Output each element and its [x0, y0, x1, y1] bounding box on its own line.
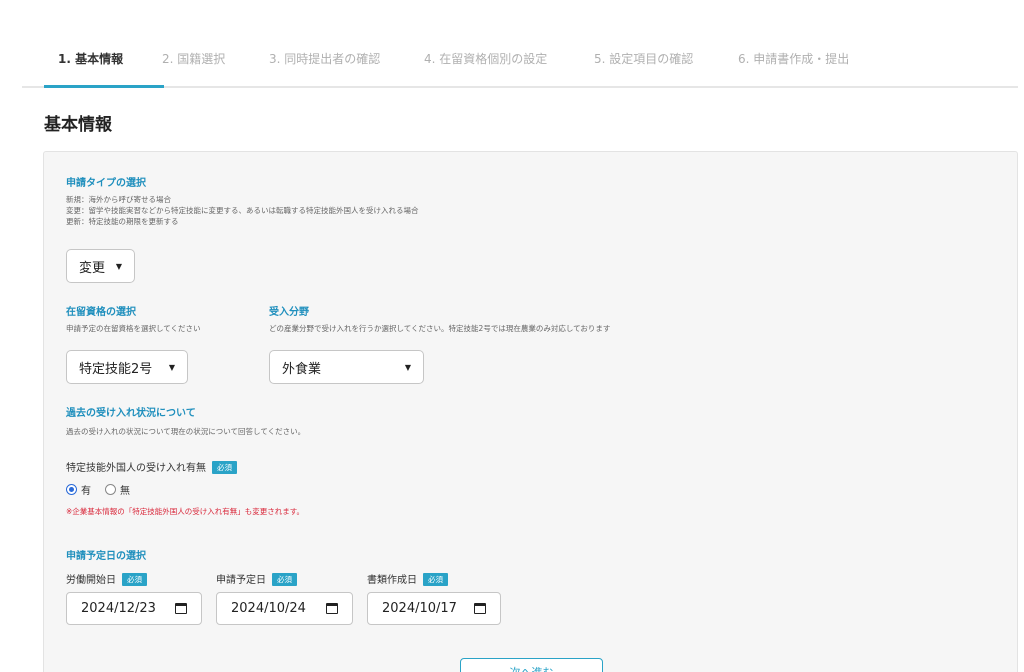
- residence-status-title: 在留資格の選択: [66, 307, 136, 318]
- planned-application-label: 申請予定日 必須: [216, 571, 297, 586]
- required-badge: 必須: [122, 573, 147, 586]
- radio-selected-icon: [66, 484, 77, 495]
- step-confirm-settings[interactable]: 5. 設定項目の確認: [594, 50, 693, 67]
- step-navigation: 1. 基本情報 2. 国籍選択 3. 同時提出者の確認 4. 在留資格個別の設定…: [22, 36, 1018, 88]
- application-type-value: 変更: [79, 260, 106, 276]
- field-value: 外食業: [282, 361, 322, 377]
- document-creation-date-input[interactable]: 2024/10/17: [367, 592, 501, 625]
- step-nationality[interactable]: 2. 国籍選択: [162, 50, 225, 67]
- required-badge: 必須: [272, 573, 297, 586]
- residence-status-select[interactable]: 特定技能2号 ▼: [66, 350, 188, 384]
- step-basic-info[interactable]: 1. 基本情報: [58, 50, 123, 67]
- chevron-down-icon: ▼: [115, 261, 122, 271]
- acceptance-question-text: 特定技能外国人の受け入れ有無: [66, 463, 206, 474]
- acceptance-question-label: 特定技能外国人の受け入れ有無 必須: [66, 459, 237, 474]
- application-type-select[interactable]: 変更 ▼: [66, 249, 135, 283]
- acceptance-note: ※企業基本情報の「特定技能外国人の受け入れ有無」も変更されます。: [66, 507, 305, 516]
- acceptance-radio-group: 有 無: [66, 482, 144, 497]
- application-type-title: 申請タイプの選択: [66, 178, 146, 189]
- planned-application-label-text: 申請予定日: [216, 575, 266, 586]
- field-select[interactable]: 外食業 ▼: [269, 350, 424, 384]
- step-create-submit[interactable]: 6. 申請書作成・提出: [738, 50, 849, 67]
- radio-unselected-icon: [105, 484, 116, 495]
- application-type-desc-renew: 更新：特定技能の期限を更新する: [66, 217, 179, 226]
- field-desc: どの産業分野で受け入れを行うか選択してください。特定技能2号では現在農業のみ対応…: [269, 324, 611, 333]
- work-start-date-input[interactable]: 2024/12/23: [66, 592, 202, 625]
- calendar-icon[interactable]: [474, 603, 486, 614]
- step-co-submitters[interactable]: 3. 同時提出者の確認: [269, 50, 380, 67]
- acceptance-radio-no[interactable]: 無: [105, 482, 130, 497]
- application-type-desc-new: 新規：海外から呼び寄せる場合: [66, 195, 171, 204]
- acceptance-radio-yes-label: 有: [81, 486, 91, 497]
- required-badge: 必須: [423, 573, 448, 586]
- page-title: 基本情報: [44, 115, 112, 135]
- document-creation-label-text: 書類作成日: [367, 575, 417, 586]
- active-step-indicator: [44, 85, 164, 88]
- chevron-down-icon: ▼: [168, 362, 175, 372]
- document-creation-date-value: 2024/10/17: [382, 601, 457, 616]
- form-panel: 申請タイプの選択 新規：海外から呼び寄せる場合 変更：留学や技能実習などから特定…: [43, 151, 1018, 672]
- calendar-icon[interactable]: [326, 603, 338, 614]
- acceptance-radio-no-label: 無: [120, 486, 130, 497]
- work-start-label: 労働開始日 必須: [66, 571, 147, 586]
- next-button[interactable]: 次へ進む: [460, 658, 603, 672]
- document-creation-label: 書類作成日 必須: [367, 571, 448, 586]
- residence-status-desc: 申請予定の在留資格を選択してください: [66, 324, 201, 333]
- required-badge: 必須: [212, 461, 237, 474]
- acceptance-radio-yes[interactable]: 有: [66, 482, 91, 497]
- work-start-date-value: 2024/12/23: [81, 601, 156, 616]
- residence-status-value: 特定技能2号: [79, 361, 153, 377]
- past-acceptance-desc: 過去の受け入れの状況について現在の状況について回答してください。: [66, 427, 306, 436]
- step-status-settings[interactable]: 4. 在留資格個別の設定: [424, 50, 547, 67]
- application-type-desc-change: 変更：留学や技能実習などから特定技能に変更する、あるいは転職する特定技能外国人を…: [66, 206, 419, 215]
- calendar-icon[interactable]: [175, 603, 187, 614]
- field-title: 受入分野: [269, 307, 309, 318]
- planned-application-date-input[interactable]: 2024/10/24: [216, 592, 353, 625]
- planned-application-date-value: 2024/10/24: [231, 601, 306, 616]
- chevron-down-icon: ▼: [404, 362, 411, 372]
- work-start-label-text: 労働開始日: [66, 575, 116, 586]
- past-acceptance-title: 過去の受け入れ状況について: [66, 408, 196, 419]
- schedule-title: 申請予定日の選択: [66, 551, 146, 562]
